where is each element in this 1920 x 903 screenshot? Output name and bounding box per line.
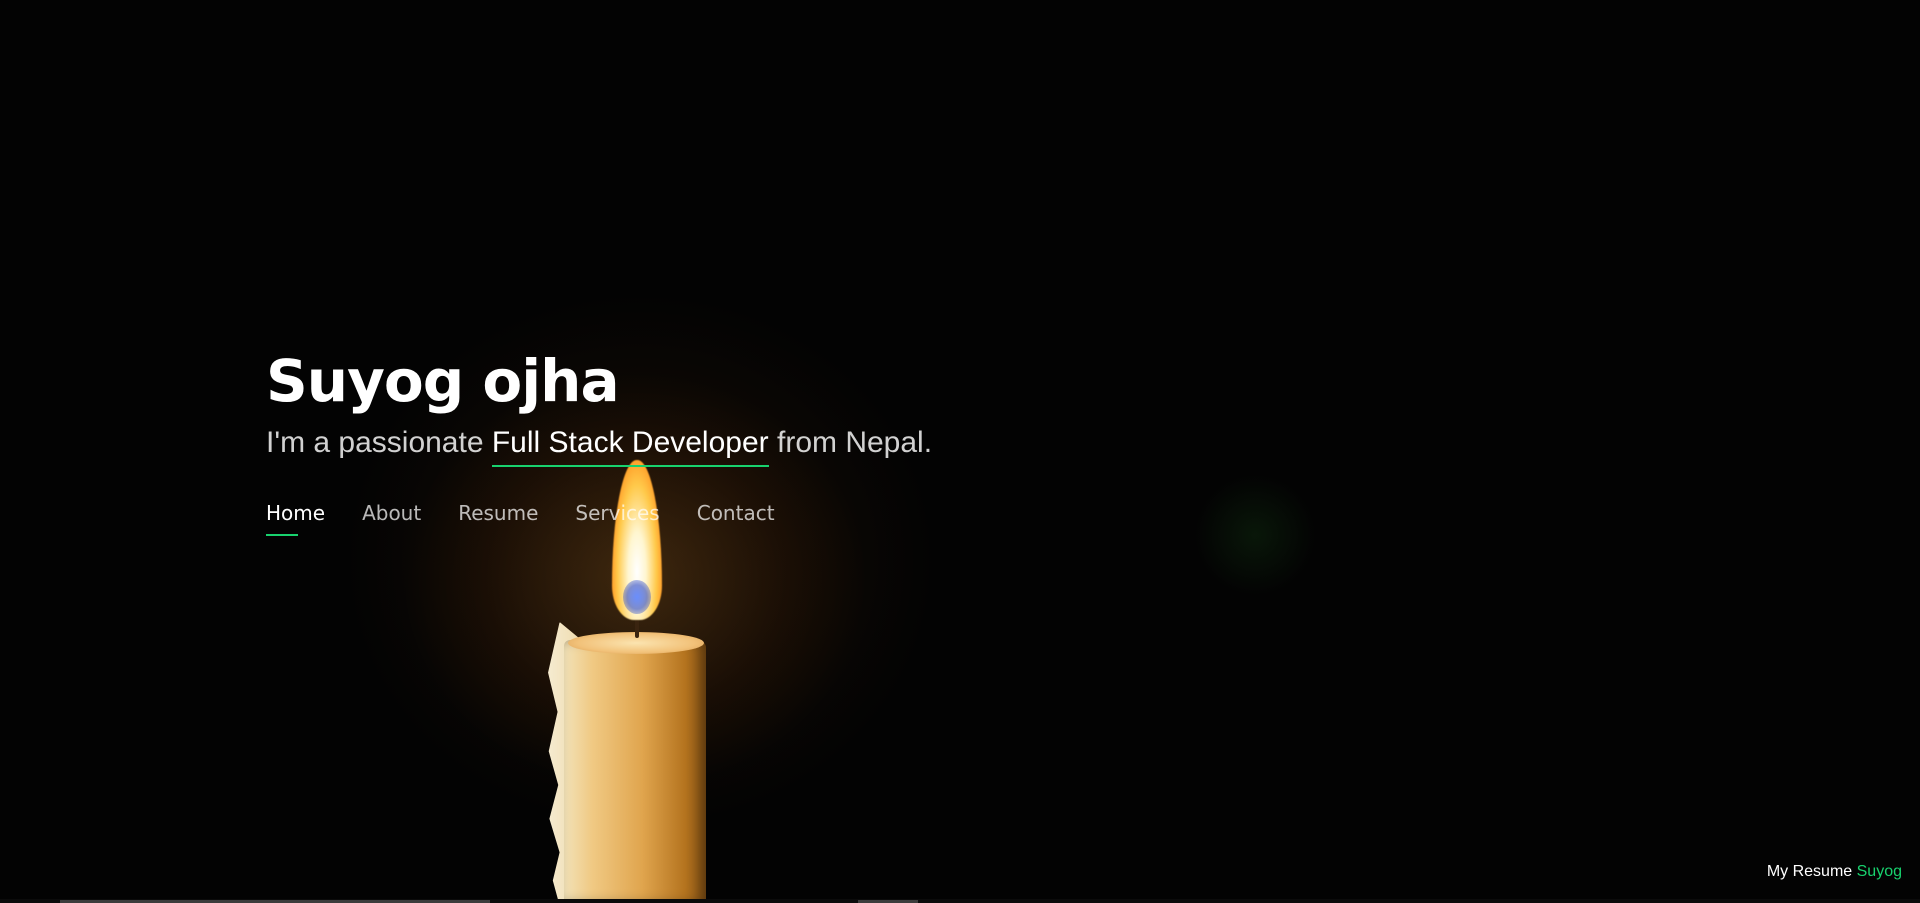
hero-section: Suyog ojha I'm a passionate Full Stack D…: [0, 0, 1920, 903]
nav-item-services[interactable]: Services: [575, 499, 659, 527]
hero-name: Suyog ojha: [266, 347, 620, 415]
footer-credit: My Resume Suyog: [1767, 863, 1902, 881]
nav-item-contact[interactable]: Contact: [697, 499, 775, 527]
tagline-prefix: I'm a passionate: [266, 426, 492, 459]
hero-content: Suyog ojha I'm a passionate Full Stack D…: [266, 345, 933, 536]
horizontal-scrollbar[interactable]: [0, 899, 1920, 903]
credit-name[interactable]: Suyog: [1857, 863, 1902, 880]
tagline-suffix: from Nepal.: [768, 426, 933, 459]
tagline-role: Full Stack Developer: [491, 426, 769, 467]
nav-item-home[interactable]: Home: [266, 499, 325, 536]
candle-body: [564, 640, 706, 903]
credit-prefix: My Resume: [1766, 863, 1857, 880]
main-nav: Home About Resume Services Contact: [266, 499, 932, 536]
candle-flame-base: [623, 580, 651, 614]
nav-item-about[interactable]: About: [362, 499, 421, 527]
nav-item-resume[interactable]: Resume: [458, 499, 538, 527]
hero-tagline: I'm a passionate Full Stack Developer fr…: [266, 423, 933, 467]
